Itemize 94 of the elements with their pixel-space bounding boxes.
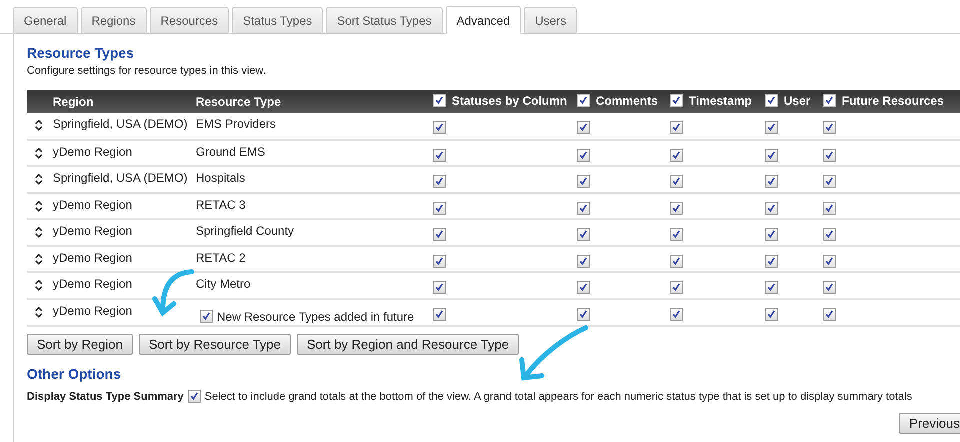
checkbox[interactable] bbox=[765, 281, 778, 294]
checkbox[interactable] bbox=[577, 121, 590, 134]
sort-icon[interactable] bbox=[35, 148, 43, 158]
checkbox[interactable] bbox=[433, 228, 446, 242]
previous-button[interactable]: Previous bbox=[899, 413, 960, 434]
checkbox[interactable] bbox=[670, 281, 683, 294]
table-cell: yDemo Region bbox=[53, 272, 196, 298]
checkbox[interactable] bbox=[188, 390, 201, 403]
table-cell: RETAC 3 bbox=[196, 192, 433, 219]
table-cell: RETAC 2 bbox=[196, 246, 433, 272]
checkbox[interactable] bbox=[823, 94, 836, 107]
section-title: Resource Types bbox=[27, 44, 136, 61]
checkbox[interactable] bbox=[823, 148, 836, 162]
checkbox[interactable] bbox=[433, 308, 446, 321]
checkbox[interactable] bbox=[670, 308, 683, 321]
checkbox[interactable] bbox=[577, 148, 590, 162]
option-label: Display Status Type Summary bbox=[27, 390, 184, 402]
sort-icon[interactable] bbox=[35, 227, 43, 238]
column-header: Comments bbox=[596, 94, 658, 108]
tab[interactable]: Users bbox=[524, 7, 578, 33]
checkbox[interactable] bbox=[670, 228, 683, 242]
table-cell: Springfield, USA (DEMO) bbox=[53, 166, 196, 192]
sort-button[interactable]: Sort by Region and Resource Type bbox=[297, 334, 520, 355]
checkbox[interactable] bbox=[433, 202, 446, 215]
checkbox[interactable] bbox=[823, 175, 836, 188]
checkbox[interactable] bbox=[433, 148, 446, 162]
table-cell: yDemo Region bbox=[53, 298, 196, 326]
column-header: Statuses by Column bbox=[452, 94, 568, 108]
table-cell: yDemo Region bbox=[53, 246, 196, 272]
tab[interactable]: Sort Status Types bbox=[326, 7, 443, 33]
checkbox-label: New Resource Types added in future bbox=[217, 310, 414, 324]
table-cell: Hospitals bbox=[196, 166, 433, 192]
table-cell: Springfield, USA (DEMO) bbox=[53, 113, 196, 140]
checkbox[interactable] bbox=[765, 202, 778, 215]
checkbox[interactable] bbox=[765, 121, 778, 134]
sort-button[interactable]: Sort by Region bbox=[27, 334, 133, 355]
checkbox[interactable] bbox=[670, 148, 683, 162]
checkbox[interactable] bbox=[670, 254, 683, 268]
checkbox[interactable] bbox=[577, 254, 590, 268]
checkbox[interactable] bbox=[577, 202, 590, 215]
checkbox[interactable] bbox=[577, 94, 590, 107]
section-title: Other Options bbox=[27, 365, 122, 382]
checkbox[interactable] bbox=[577, 228, 590, 242]
sort-button[interactable]: Sort by Resource Type bbox=[139, 334, 291, 355]
checkbox[interactable] bbox=[670, 121, 683, 134]
checkbox[interactable] bbox=[765, 308, 778, 321]
option-description: Select to include grand totals at the bottom of the view. A grand total appears for each numeric status type that is set up to display summary totals bbox=[204, 390, 912, 402]
tab[interactable]: General bbox=[13, 7, 78, 33]
table-cell: City Metro bbox=[196, 272, 433, 298]
checkbox[interactable] bbox=[823, 228, 836, 242]
checkbox[interactable] bbox=[823, 202, 836, 215]
checkbox[interactable] bbox=[670, 175, 683, 188]
table-cell: yDemo Region bbox=[53, 219, 196, 246]
column-header: Region bbox=[53, 94, 94, 108]
sort-icon[interactable] bbox=[35, 306, 43, 318]
checkbox[interactable] bbox=[823, 281, 836, 294]
checkbox[interactable] bbox=[823, 121, 836, 134]
sort-icon[interactable] bbox=[35, 254, 43, 264]
checkbox[interactable] bbox=[200, 310, 213, 323]
checkbox[interactable] bbox=[577, 308, 590, 321]
column-header: Timestamp bbox=[689, 94, 752, 108]
column-header: Future Resources bbox=[842, 94, 944, 108]
table-cell: yDemo Region bbox=[53, 192, 196, 219]
checkbox[interactable] bbox=[670, 202, 683, 215]
tab[interactable]: Advanced bbox=[446, 6, 522, 34]
checkbox[interactable] bbox=[765, 228, 778, 242]
tab[interactable]: Regions bbox=[80, 7, 147, 33]
table-cell: Ground EMS bbox=[196, 140, 433, 166]
checkbox[interactable] bbox=[433, 175, 446, 188]
table-cell: Springfield County bbox=[196, 219, 433, 246]
table-cell: yDemo Region bbox=[53, 140, 196, 166]
sort-icon[interactable] bbox=[35, 174, 43, 185]
checkbox[interactable] bbox=[433, 121, 446, 134]
checkbox[interactable] bbox=[765, 94, 778, 107]
sort-icon[interactable] bbox=[35, 120, 43, 131]
column-header: User bbox=[784, 94, 811, 108]
tab[interactable]: Status Types bbox=[232, 7, 324, 33]
checkbox[interactable] bbox=[670, 94, 683, 107]
section-description: Configure settings for resource types in this view. bbox=[27, 65, 268, 77]
checkbox[interactable] bbox=[765, 175, 778, 188]
checkbox[interactable] bbox=[433, 254, 446, 268]
checkbox[interactable] bbox=[577, 175, 590, 188]
table-cell: EMS Providers bbox=[196, 113, 433, 140]
checkbox[interactable] bbox=[823, 308, 836, 321]
tab[interactable]: Resources bbox=[150, 7, 230, 33]
checkbox[interactable] bbox=[823, 254, 836, 268]
checkbox[interactable] bbox=[765, 148, 778, 162]
checkbox[interactable] bbox=[433, 281, 446, 294]
sort-icon[interactable] bbox=[35, 280, 43, 291]
checkbox[interactable] bbox=[577, 281, 590, 294]
column-header: Resource Type bbox=[196, 94, 282, 108]
checkbox[interactable] bbox=[765, 254, 778, 268]
checkbox[interactable] bbox=[433, 94, 446, 107]
sort-icon[interactable] bbox=[35, 200, 43, 212]
